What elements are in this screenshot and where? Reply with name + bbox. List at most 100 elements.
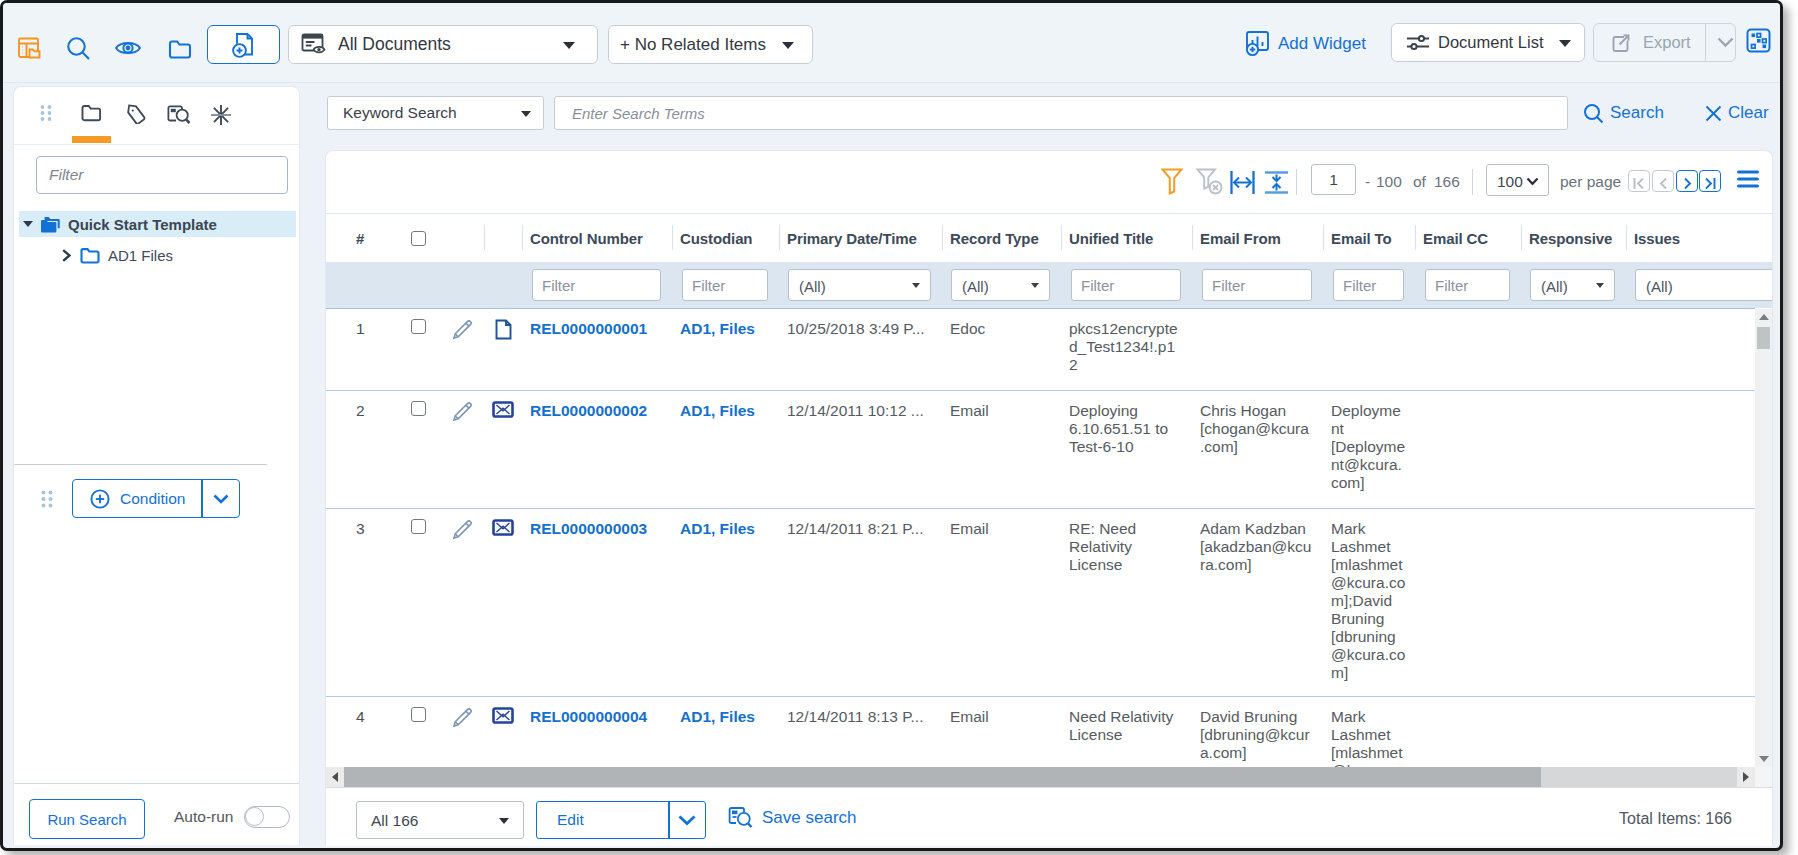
drag-handle-icon[interactable] — [40, 105, 52, 121]
filter-select-value: (All) — [962, 278, 989, 295]
column-header-issues[interactable]: Issues — [1626, 214, 1772, 262]
column-header-1[interactable] — [396, 214, 441, 262]
control-number-link[interactable]: REL0000000003 — [530, 520, 647, 537]
mass-selection-select[interactable]: All 166 — [356, 801, 524, 839]
column-filter-select[interactable]: (All) — [951, 269, 1050, 301]
row-checkbox[interactable] — [411, 401, 426, 416]
new-document-button[interactable] — [207, 25, 280, 64]
edit-icon[interactable] — [452, 401, 473, 508]
email-icon[interactable] — [492, 519, 514, 696]
chevron-down-icon[interactable] — [213, 494, 229, 504]
edit-icon[interactable] — [452, 519, 473, 696]
column-header-email-from[interactable]: Email From — [1192, 214, 1323, 262]
row-checkbox[interactable] — [411, 519, 426, 534]
tree-item-child[interactable]: AD1 Files — [19, 242, 296, 268]
tree-item-root[interactable]: Quick Start Template — [19, 211, 296, 237]
edit-icon[interactable] — [452, 707, 473, 767]
scroll-right-arrow[interactable] — [1737, 767, 1755, 787]
search-terms-input[interactable] — [554, 96, 1568, 130]
column-header-email-cc[interactable]: Email CC — [1415, 214, 1521, 262]
column-filter-input[interactable] — [1333, 269, 1404, 301]
fit-column-width-icon[interactable] — [1230, 171, 1255, 194]
column-header-responsive[interactable]: Responsive — [1521, 214, 1626, 262]
horizontal-scrollbar[interactable] — [326, 767, 1755, 787]
previous-page-button[interactable] — [1652, 170, 1674, 192]
mass-edit-button[interactable]: Edit — [536, 801, 706, 839]
scroll-left-arrow[interactable] — [326, 767, 344, 787]
row-checkbox[interactable] — [411, 319, 426, 334]
search-button[interactable]: Search — [1583, 96, 1664, 130]
scrollbar-thumb[interactable] — [344, 767, 1541, 787]
search-icon[interactable] — [66, 36, 91, 61]
column-filter-select[interactable]: (All) — [1530, 269, 1615, 301]
column-filter-input[interactable] — [1071, 269, 1181, 301]
column-header-record-type[interactable]: Record Type — [942, 214, 1061, 262]
scrollbar-thumb[interactable] — [1757, 327, 1770, 349]
widget-type-select[interactable]: Document List — [1391, 23, 1585, 62]
last-page-button[interactable] — [1699, 170, 1721, 192]
vertical-scrollbar[interactable] — [1755, 309, 1772, 767]
email-icon[interactable] — [492, 401, 514, 508]
column-header-control-number[interactable]: Control Number — [522, 214, 672, 262]
chevron-down-icon[interactable] — [678, 815, 696, 826]
select-all-checkbox[interactable] — [411, 231, 426, 246]
workspace-logo-icon[interactable] — [17, 36, 41, 60]
column-filter-input[interactable] — [1425, 269, 1510, 301]
edit-icon[interactable] — [452, 319, 473, 390]
custodian-link[interactable]: AD1, Files — [680, 320, 755, 337]
row-checkbox[interactable] — [411, 707, 426, 722]
custodian-link[interactable]: AD1, Files — [680, 402, 755, 419]
column-header-primary-date-time[interactable]: Primary Date/Time — [779, 214, 942, 262]
custodian-link[interactable]: AD1, Files — [680, 708, 755, 725]
column-header-3[interactable] — [484, 214, 522, 262]
column-filter-select[interactable]: (All) — [1635, 269, 1772, 301]
column-header-email-to[interactable]: Email To — [1323, 214, 1415, 262]
page-number-input[interactable] — [1311, 164, 1356, 195]
search-mode-select[interactable]: Keyword Search — [327, 96, 544, 130]
control-number-link[interactable]: REL0000000004 — [530, 708, 647, 725]
column-header-2[interactable] — [441, 214, 484, 262]
custodian-link[interactable]: AD1, Files — [680, 520, 755, 537]
filter-toggle-icon[interactable] — [1161, 168, 1183, 195]
panes-layout-icon[interactable] — [1746, 28, 1771, 53]
clear-button[interactable]: Clear — [1705, 96, 1769, 130]
custodian-cell: AD1, Files — [672, 509, 779, 696]
collapse-rows-icon[interactable] — [1264, 171, 1289, 194]
add-widget-button[interactable]: Add Widget — [1245, 30, 1366, 57]
control-number-link[interactable]: REL0000000001 — [530, 320, 647, 337]
tab-folders[interactable] — [81, 104, 102, 122]
collapse-caret-icon[interactable] — [23, 221, 33, 227]
document-icon[interactable] — [495, 319, 512, 390]
add-condition-button[interactable]: Condition — [72, 479, 240, 518]
tab-saved-searches[interactable] — [167, 104, 191, 125]
drag-handle-icon[interactable] — [41, 490, 53, 508]
column-header-unified-title[interactable]: Unified Title — [1061, 214, 1192, 262]
run-search-button[interactable]: Run Search — [29, 799, 145, 839]
column-header-custodian[interactable]: Custodian — [672, 214, 779, 262]
sidebar-filter-input[interactable] — [36, 156, 288, 194]
email-icon[interactable] — [492, 707, 514, 767]
column-filter-input[interactable] — [532, 269, 661, 301]
first-page-button[interactable] — [1628, 170, 1650, 192]
autorun-toggle[interactable] — [244, 806, 290, 828]
per-page-select[interactable]: 100 — [1486, 164, 1549, 196]
saved-search-select[interactable]: All Documents — [288, 25, 598, 64]
related-items-select[interactable]: + No Related Items — [608, 25, 813, 64]
scroll-down-arrow[interactable] — [1755, 751, 1772, 767]
folder-icon[interactable] — [168, 39, 192, 59]
tab-tags[interactable] — [126, 104, 147, 124]
eye-icon[interactable] — [114, 38, 142, 58]
document-view-icon — [301, 33, 329, 56]
tab-highlights[interactable] — [210, 104, 232, 126]
column-filter-input[interactable] — [682, 269, 768, 301]
scroll-up-arrow[interactable] — [1755, 309, 1772, 325]
save-search-button[interactable]: Save search — [728, 806, 857, 830]
chevron-right-icon[interactable] — [62, 249, 71, 262]
column-filter-input[interactable] — [1202, 269, 1312, 301]
clear-filters-icon[interactable] — [1196, 168, 1223, 195]
next-page-button[interactable] — [1676, 170, 1698, 192]
control-number-link[interactable]: REL0000000002 — [530, 402, 647, 419]
menu-icon[interactable] — [1737, 169, 1759, 189]
column-filter-select[interactable]: (All) — [788, 269, 931, 301]
export-button[interactable]: Export — [1593, 23, 1736, 62]
